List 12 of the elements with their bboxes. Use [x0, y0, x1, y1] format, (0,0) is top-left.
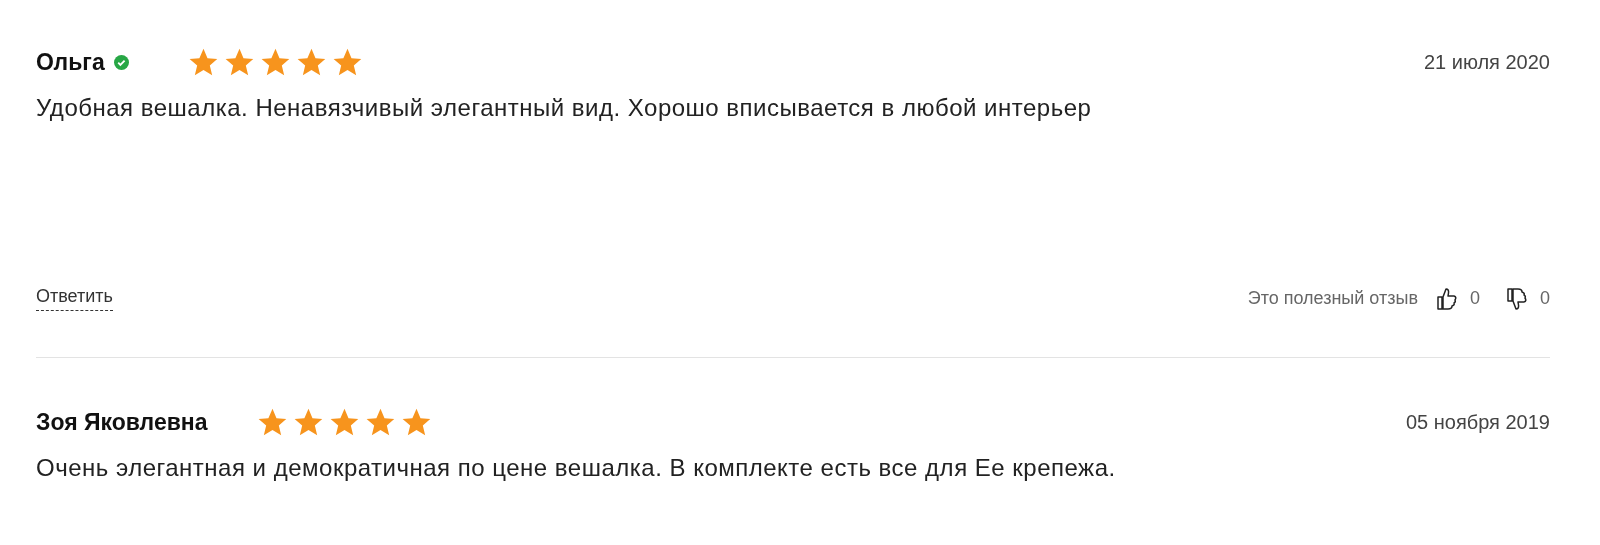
review-text: Удобная вешалка. Ненавязчивый элегантный вид. Хорошо вписывается в любой интерьер [36, 94, 1093, 122]
review-date: 05 ноября 2019 [1405, 410, 1550, 434]
author-name: Зоя Яковлевна [36, 408, 208, 436]
dislike-button[interactable]: 0 [1506, 286, 1550, 311]
helpful-label: Это полезный отзыв [1247, 288, 1418, 309]
thumbs-down-icon [1506, 286, 1528, 311]
review-text: Очень элегантная и демократичная по цене вешалка. В комплекте есть все для Ее крепежа. [36, 454, 1117, 482]
thumbs-up-icon [1435, 286, 1458, 311]
review-date: 21 июля 2020 [1423, 50, 1550, 74]
reply-link[interactable]: Ответить [36, 286, 113, 311]
like-button[interactable]: 0 [1435, 286, 1480, 311]
author-name: Ольга [36, 48, 105, 76]
